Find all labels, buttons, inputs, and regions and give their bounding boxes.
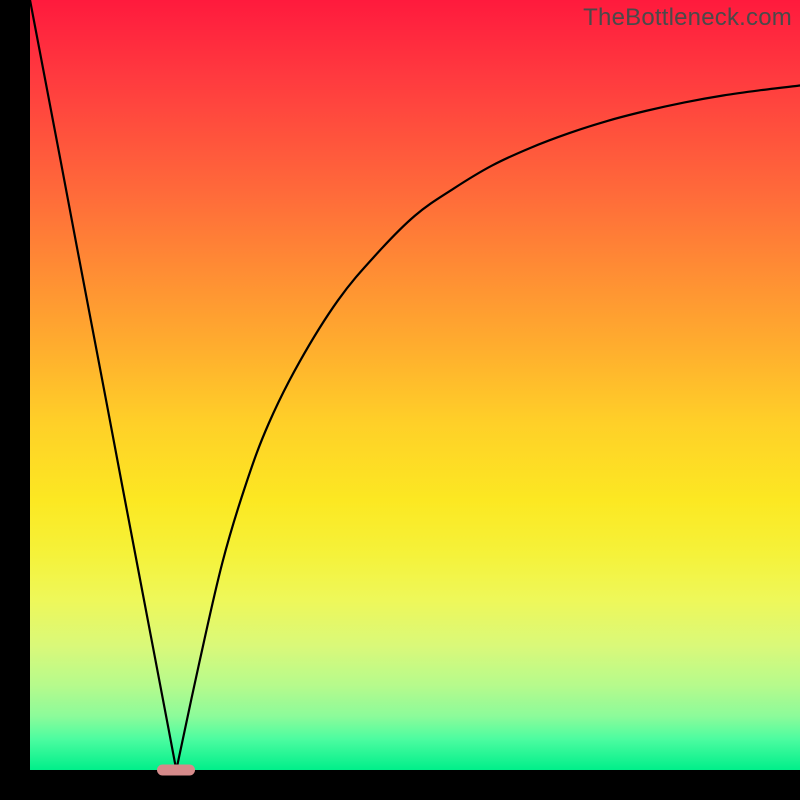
minimum-marker [157,765,195,776]
watermark-text: TheBottleneck.com [583,4,792,32]
chart-frame: TheBottleneck.com [0,0,800,800]
bottleneck-curve [30,0,800,770]
plot-area: TheBottleneck.com [30,0,800,770]
curve-path [30,0,800,770]
